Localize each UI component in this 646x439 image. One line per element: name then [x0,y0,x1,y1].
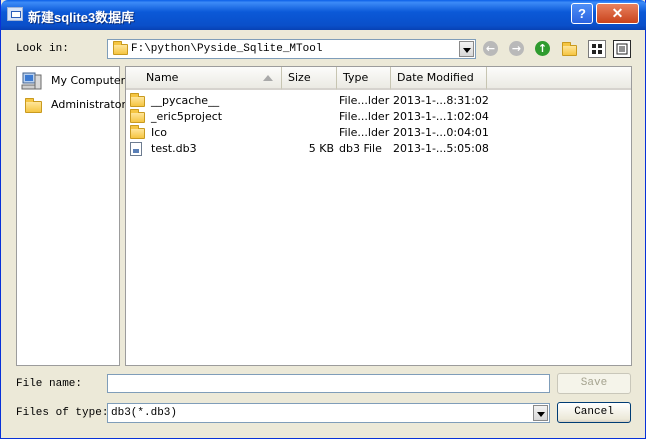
file-name-label: File name: [16,378,83,390]
folder-icon [130,109,145,123]
look-in-combobox[interactable]: F:\python\Pyside_Sqlite_MTool [107,39,476,59]
header-type[interactable]: Type [337,67,391,90]
file-modified: 2013-1-...0:04:01 [393,126,489,139]
file-name: Ico [151,126,168,139]
header-name[interactable]: Name [126,67,282,90]
list-view-icon [592,44,602,54]
sidebar-item-label: Administrator [51,98,126,111]
detail-view-button[interactable] [613,40,631,58]
files-of-type-label: Files of type: [16,407,109,419]
folder-icon [130,125,145,139]
save-button[interactable]: Save [557,373,631,394]
new-folder-icon [562,42,577,56]
file-size: 5 KB [308,142,334,155]
header-size[interactable]: Size [282,67,337,90]
close-button[interactable]: ✕ [596,3,639,24]
header-type-label: Type [343,71,369,84]
title-bar[interactable]: 新建sqlite3数据库 ? ✕ [1,0,646,30]
sidebar-item-my-computer[interactable]: My Computer [21,71,125,91]
arrow-right-icon: → [509,41,524,56]
header-date-label: Date Modified [397,71,474,84]
file-dialog-window: 新建sqlite3数据库 ? ✕ Look in: F:\python\Pysi… [0,0,646,439]
window-title: 新建sqlite3数据库 [28,10,135,25]
file-type: db3 File [339,142,382,155]
folder-icon [130,93,145,107]
file-modified: 2013-1-...5:05:08 [393,142,489,155]
chevron-down-icon[interactable] [533,405,548,421]
computer-icon [21,72,42,90]
parent-directory-button[interactable]: ↑ [534,40,552,58]
file-list[interactable]: Name Size Type Date Modified __pycache__… [125,66,632,366]
folder-icon [25,98,42,113]
detail-view-icon [616,43,628,55]
column-header: Name Size Type Date Modified [126,67,631,90]
folder-icon [113,41,128,55]
new-folder-button[interactable] [561,40,579,58]
header-name-label: Name [146,71,179,84]
file-type: File...lder [339,126,390,139]
app-icon [7,7,23,21]
back-button[interactable]: ← [482,40,500,58]
forward-button[interactable]: → [508,40,526,58]
file-name-input[interactable] [107,374,550,393]
look-in-label: Look in: [16,43,69,55]
table-row[interactable]: __pycache__ File...lder 2013-1-...8:31:0… [126,93,631,109]
help-button[interactable]: ? [571,3,593,24]
file-modified: 2013-1-...1:02:04 [393,110,489,123]
file-name: _eric5project [151,110,223,123]
table-row[interactable]: Ico File...lder 2013-1-...0:04:01 [126,125,631,141]
header-size-label: Size [288,71,311,84]
file-modified: 2013-1-...8:31:02 [393,94,489,107]
cancel-button[interactable]: Cancel [557,402,631,423]
arrow-up-icon: ↑ [535,41,550,56]
sidebar-item-label: My Computer [51,74,126,87]
db-file-icon [130,142,142,156]
sort-ascending-icon [263,75,273,81]
places-sidebar: My Computer Administrator [16,66,126,366]
list-view-button[interactable] [588,40,606,58]
sidebar-item-administrator[interactable]: Administrator [21,95,126,115]
file-type: File...lder [339,110,390,123]
arrow-left-icon: ← [483,41,498,56]
file-name: test.db3 [151,142,197,155]
look-in-path: F:\python\Pyside_Sqlite_MTool [131,43,323,55]
file-type: File...lder [339,94,390,107]
file-name: __pycache__ [151,94,220,107]
table-row[interactable]: _eric5project File...lder 2013-1-...1:02… [126,109,631,125]
header-date-modified[interactable]: Date Modified [391,67,487,90]
table-row[interactable]: test.db3 5 KB db3 File 2013-1-...5:05:08 [126,141,631,157]
file-type-value: db3(*.db3) [111,407,178,419]
chevron-down-icon[interactable] [459,41,474,57]
header-filler [487,67,631,90]
file-type-combobox[interactable]: db3(*.db3) [107,403,550,423]
